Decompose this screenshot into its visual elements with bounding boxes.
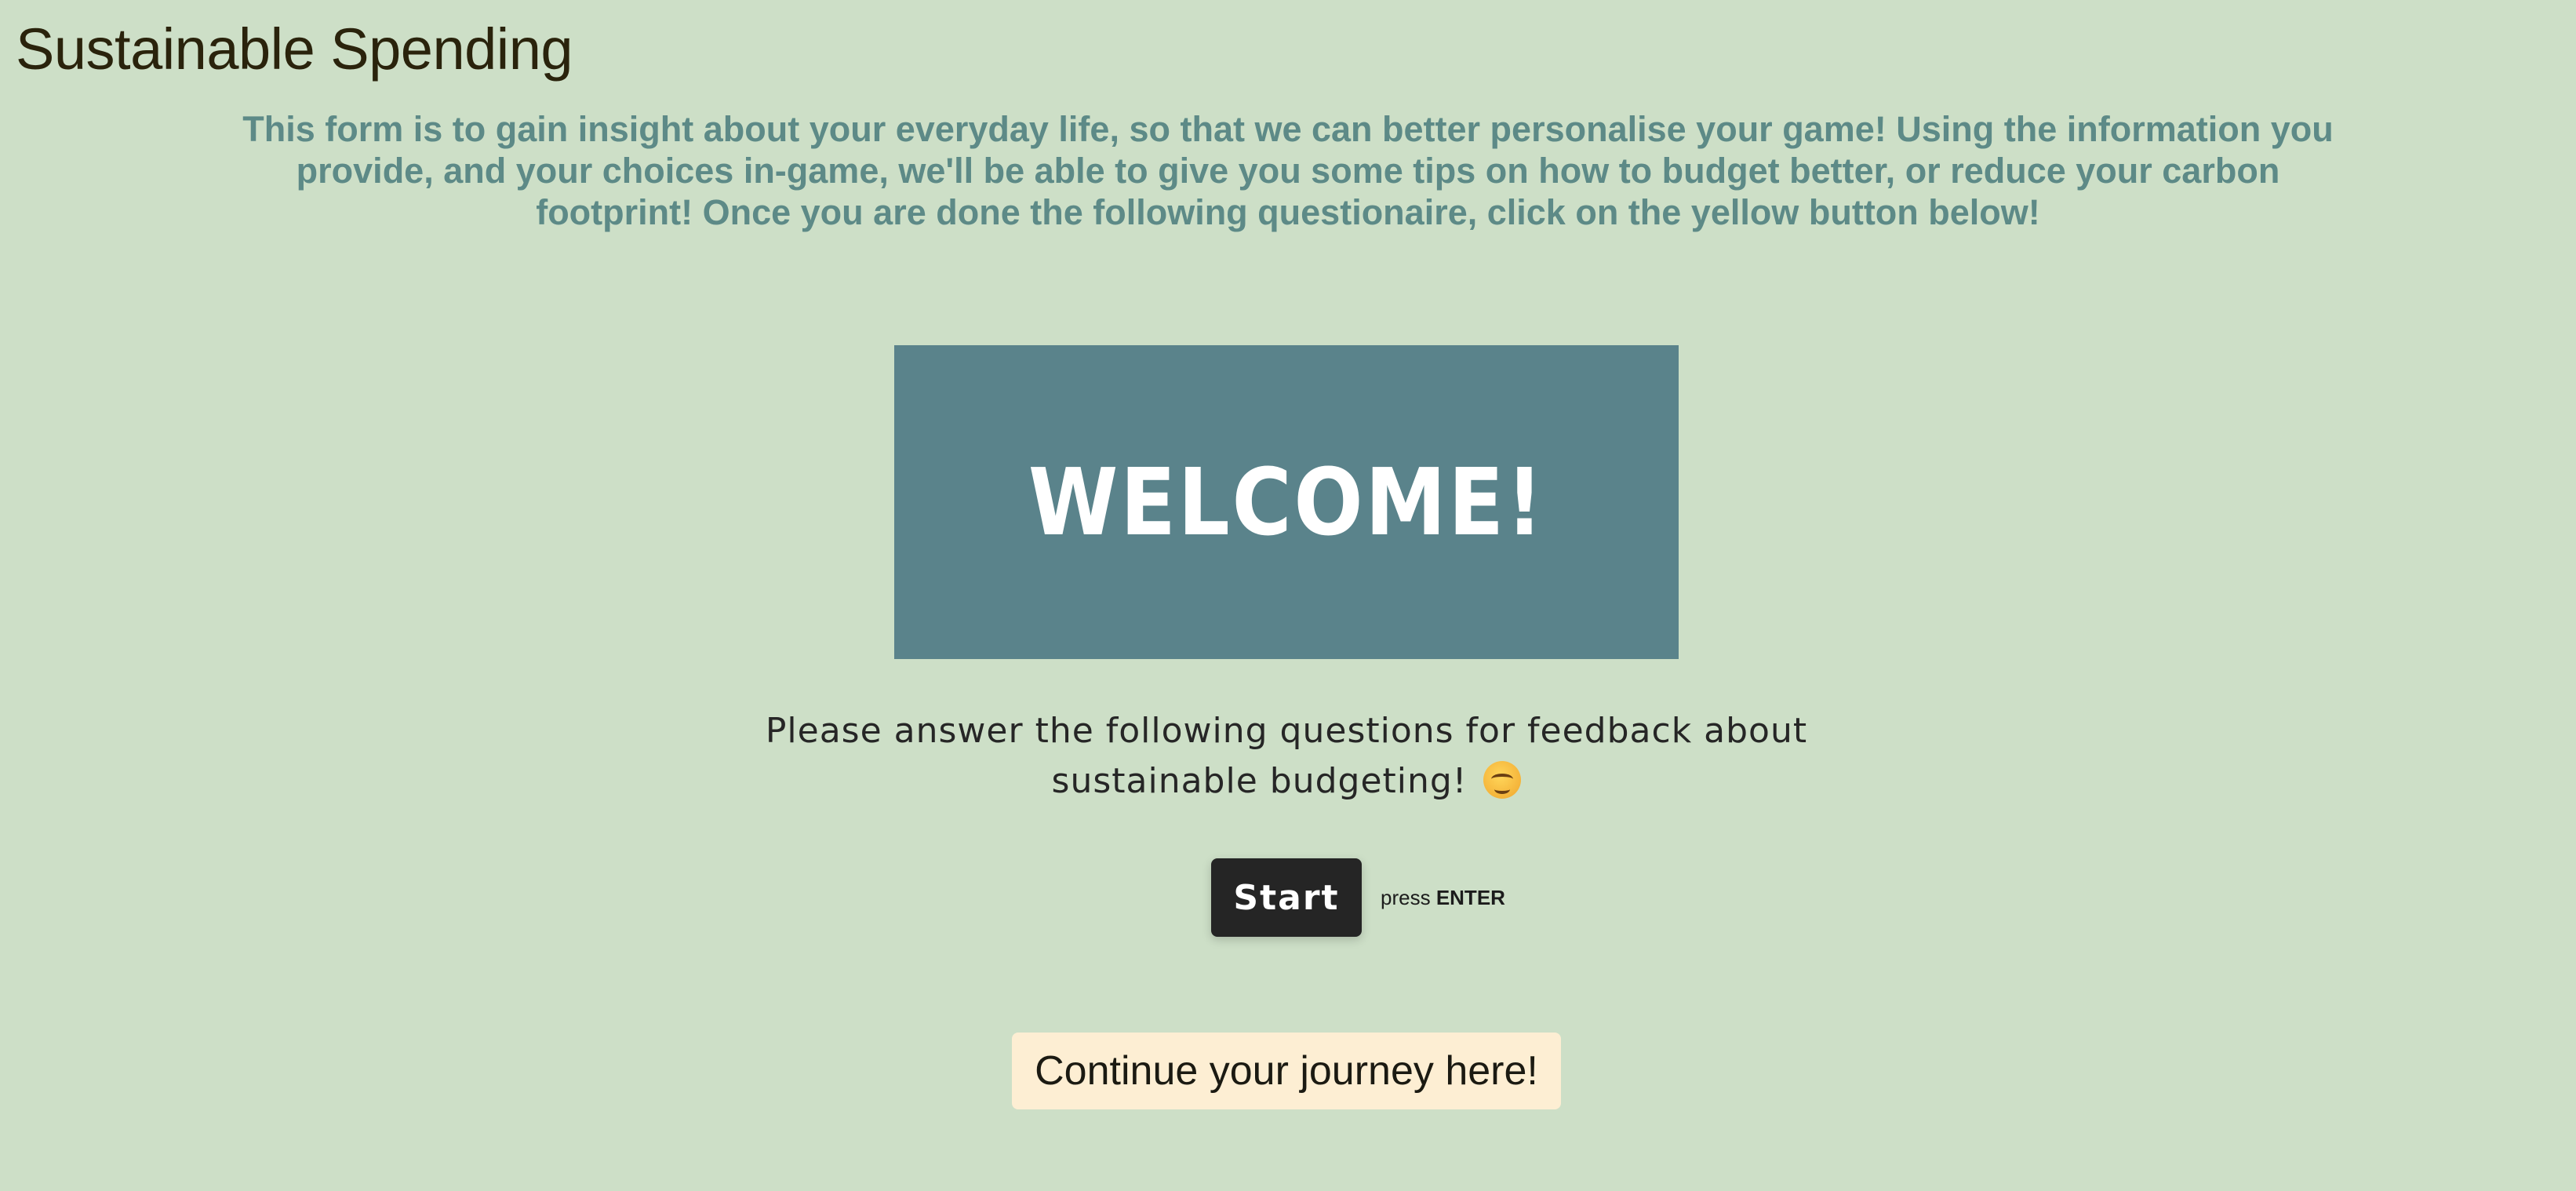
- start-button[interactable]: Start: [1211, 858, 1362, 937]
- question-text: Please answer the following questions fo…: [659, 706, 1914, 807]
- continue-journey-button[interactable]: Continue your journey here!: [1012, 1033, 1561, 1109]
- welcome-heading: WELCOME!: [1028, 448, 1545, 556]
- press-enter-hint: press ENTER: [1381, 883, 1505, 912]
- embedded-form: WELCOME! Please answer the following que…: [471, 290, 2105, 1075]
- hugging-face-icon: [1483, 761, 1522, 799]
- page-title: Sustainable Spending: [16, 16, 573, 82]
- question-label: Please answer the following questions fo…: [765, 711, 1808, 801]
- welcome-banner: WELCOME!: [894, 345, 1679, 659]
- intro-text: This form is to gain insight about your …: [242, 109, 2334, 232]
- press-prefix: press: [1381, 886, 1431, 909]
- enter-key-label: ENTER: [1435, 886, 1505, 909]
